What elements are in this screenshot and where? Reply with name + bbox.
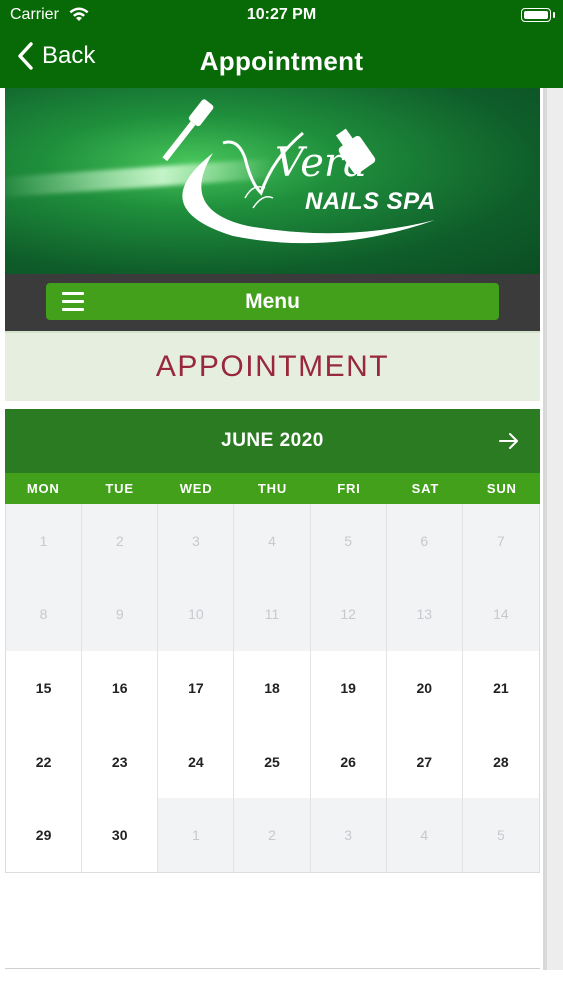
calendar-day-available[interactable]: 30 — [82, 798, 159, 872]
hamburger-icon — [62, 292, 84, 312]
calendar: JUNE 2020 MON TUE WED THU FRI SAT SUN 12345678… — [5, 409, 540, 873]
calendar-day-available[interactable]: 18 — [234, 651, 311, 725]
divider — [5, 968, 540, 969]
calendar-day-disabled: 3 — [158, 504, 235, 578]
calendar-day-disabled: 4 — [386, 798, 463, 872]
calendar-day-available[interactable]: 21 — [462, 651, 539, 725]
calendar-header: JUNE 2020 — [5, 409, 540, 473]
weekday-row: MON TUE WED THU FRI SAT SUN — [5, 473, 540, 504]
weekday-label: WED — [179, 481, 213, 496]
calendar-day-available[interactable]: 26 — [310, 724, 387, 799]
spa-logo: Vera — [162, 99, 435, 244]
menu-label: Menu — [245, 289, 300, 313]
menu-bar: Menu — [5, 274, 540, 331]
weekday-label: MON — [26, 481, 60, 496]
menu-button[interactable]: Menu — [46, 283, 499, 320]
calendar-day-disabled: 6 — [386, 504, 463, 578]
page-title: Appointment — [199, 46, 364, 76]
calendar-day-disabled: 3 — [310, 798, 387, 872]
calendar-day-available[interactable]: 25 — [234, 724, 311, 799]
spa-banner: Vera NAILS SPA — [5, 88, 540, 274]
calendar-day-disabled: 7 — [462, 504, 539, 578]
calendar-day-available[interactable]: 23 — [82, 724, 159, 799]
logo-text: NAILS SPA — [305, 188, 436, 215]
calendar-days: 1 2 3 4 5 6 7 8 9 10 11 12 13 14 15 16 17 18 19 20 21 22 23 24 2… — [6, 504, 539, 872]
calendar-day-disabled: 2 — [82, 504, 159, 578]
calendar-day-available[interactable]: 28 — [462, 724, 539, 799]
section-heading-box: APPOINTMENT — [5, 331, 540, 401]
weekday-label: FRI — [337, 481, 361, 496]
calendar-month: JUNE 2020 — [221, 430, 324, 451]
calendar-day-disabled: 5 — [462, 798, 539, 872]
top-bar: Carrier 10:27 PM Back Appointment — [0, 0, 563, 88]
weekday-label: THU — [257, 481, 288, 496]
battery-icon — [521, 8, 555, 22]
calendar-day-available[interactable]: 19 — [310, 651, 387, 725]
calendar-day-available[interactable]: 24 — [158, 724, 235, 799]
calendar-day-available[interactable]: 20 — [386, 651, 463, 725]
scrollbar-track — [543, 88, 563, 970]
calendar-day-disabled: 13 — [386, 577, 463, 652]
weekday-label: TUE — [105, 481, 134, 496]
calendar-day-disabled: 9 — [82, 577, 159, 652]
calendar-day-disabled: 10 — [158, 577, 235, 652]
weekday-label: SAT — [411, 481, 440, 496]
calendar-day-disabled: 1 — [6, 504, 83, 578]
calendar-day-available[interactable]: 29 — [6, 798, 83, 872]
calendar-day-available[interactable]: 17 — [158, 651, 235, 725]
weekday-label: SUN — [486, 481, 517, 496]
section-heading: APPOINTMENT — [155, 350, 390, 383]
calendar-day-disabled: 11 — [234, 577, 311, 652]
calendar-day-available[interactable]: 22 — [6, 724, 83, 799]
calendar-day-disabled: 4 — [234, 504, 311, 578]
web-content: Vera NAILS SPA Menu APPOINTMENT — [5, 88, 540, 401]
calendar-day-available[interactable]: 15 — [6, 651, 83, 725]
calendar-day-disabled: 8 — [6, 577, 83, 652]
calendar-day-available[interactable]: 16 — [82, 651, 159, 725]
status-bar: Carrier 10:27 PM — [0, 0, 563, 30]
calendar-day-disabled: 14 — [462, 577, 539, 652]
calendar-day-disabled: 12 — [310, 577, 387, 652]
calendar-day-disabled: 5 — [310, 504, 387, 578]
calendar-day-available[interactable]: 27 — [386, 724, 463, 799]
calendar-day-disabled: 1 — [158, 798, 235, 872]
status-time: 10:27 PM — [246, 6, 317, 23]
logo-script-text: Vera — [275, 140, 367, 186]
next-month-button[interactable] — [498, 430, 520, 452]
calendar-day-disabled: 2 — [234, 798, 311, 872]
